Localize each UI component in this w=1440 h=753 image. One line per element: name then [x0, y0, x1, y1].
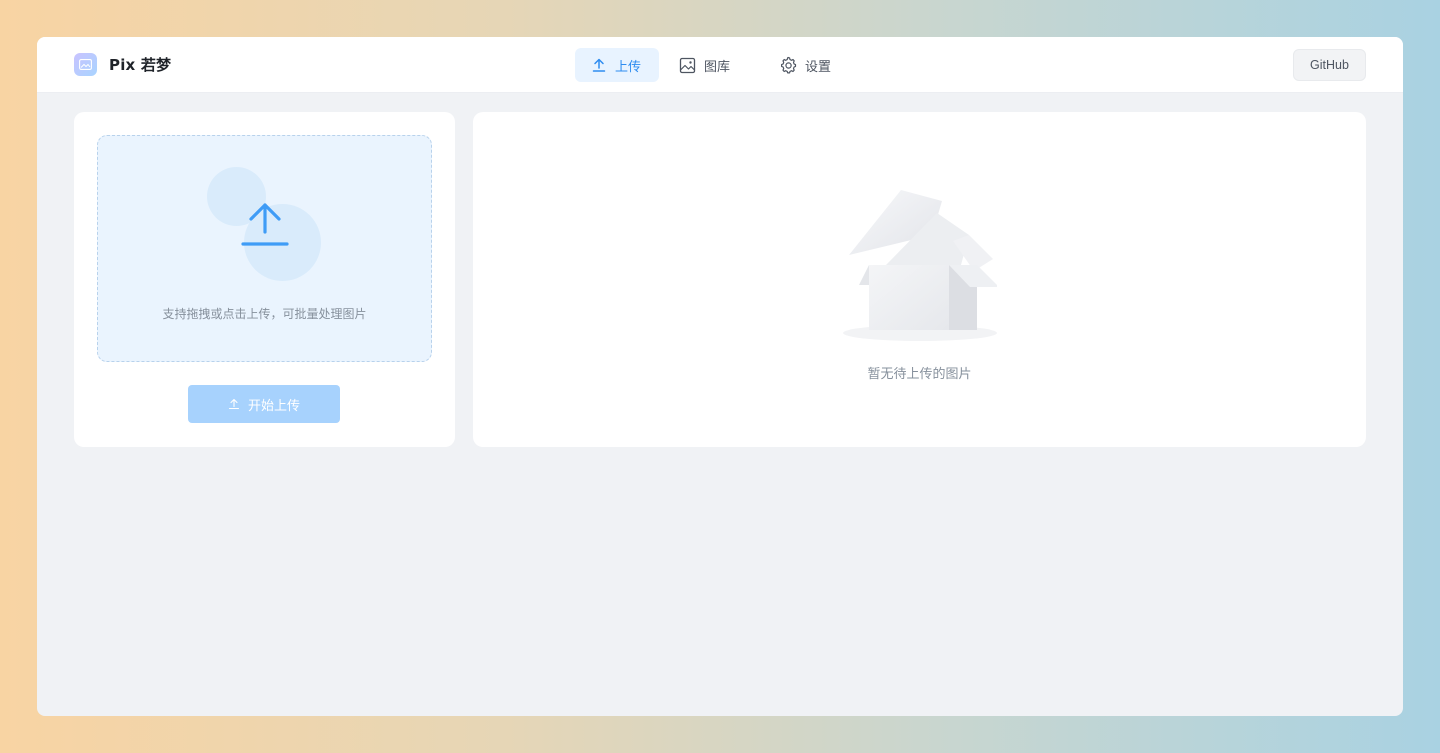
- start-upload-button[interactable]: 开始上传: [188, 385, 340, 423]
- nav-settings-label: 设置: [805, 59, 832, 75]
- pending-images-card: 暂无待上传的图片: [473, 112, 1366, 447]
- upload-card: 支持拖拽或点击上传，可批量处理图片 开始上传: [74, 112, 455, 447]
- empty-state-text: 暂无待上传的图片: [867, 367, 972, 382]
- nav-upload-label: 上传: [615, 59, 642, 75]
- logo-icon: [74, 53, 97, 76]
- top-header: Pix 若梦 上传 图库 设置 GitHub: [37, 37, 1403, 93]
- nav-gallery-label: 图库: [704, 59, 731, 75]
- start-upload-label: 开始上传: [247, 398, 300, 414]
- app-logo[interactable]: Pix 若梦: [74, 53, 171, 76]
- nav-upload[interactable]: 上传: [575, 48, 659, 82]
- app-window: Pix 若梦 上传 图库 设置 GitHub 支持拖拽或点击上传，可批量处理图片…: [37, 37, 1403, 716]
- image-icon: [679, 57, 696, 73]
- nav-settings[interactable]: 设置: [779, 48, 831, 82]
- upload-icon: [228, 398, 240, 410]
- empty-box-icon: [843, 190, 997, 341]
- dropzone-hint: 支持拖拽或点击上传，可批量处理图片: [162, 307, 367, 321]
- app-name: Pix 若梦: [109, 56, 172, 74]
- upload-arrow-icon: [241, 203, 289, 246]
- gear-icon: [781, 56, 797, 74]
- github-button[interactable]: GitHub: [1293, 49, 1366, 81]
- main-nav: 上传 图库 设置: [575, 48, 831, 82]
- nav-gallery[interactable]: 图库: [679, 48, 751, 82]
- upload-dropzone[interactable]: 支持拖拽或点击上传，可批量处理图片: [97, 135, 432, 362]
- upload-icon: [592, 58, 606, 72]
